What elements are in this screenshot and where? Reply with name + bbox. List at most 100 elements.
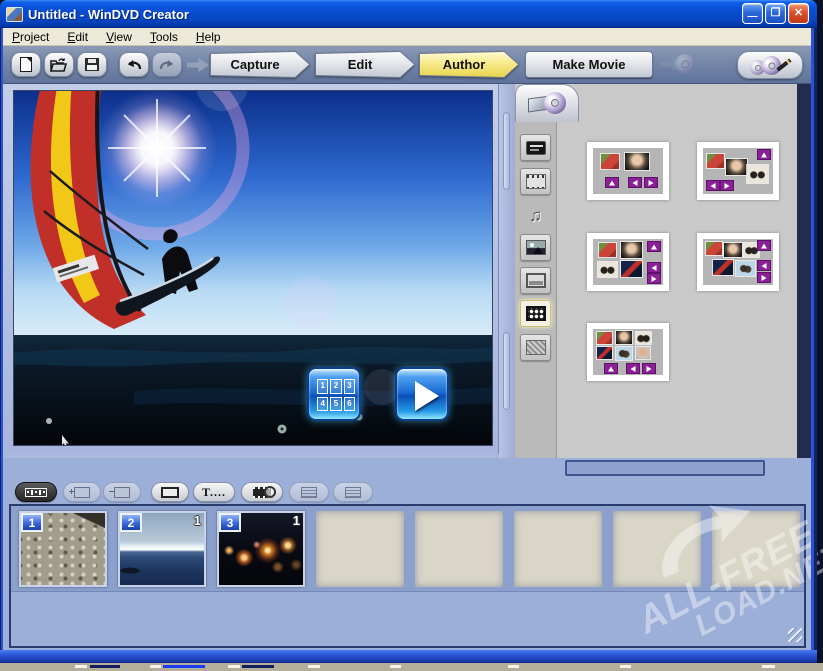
redo-icon	[158, 58, 176, 72]
titlebar[interactable]: Untitled - WinDVD Creator — ❐ ✕	[0, 0, 817, 28]
storyboard-track[interactable]: 1 2 1 3 1	[11, 506, 804, 592]
menu-edit[interactable]: Edit	[58, 30, 97, 44]
clip-number-badge: 3	[219, 513, 241, 532]
right-edge-band	[797, 84, 811, 458]
tool-audio-button[interactable]: ♫	[520, 202, 551, 229]
taskbar-dash	[762, 665, 775, 668]
clip-number-badge: 1	[21, 513, 43, 532]
save-project-button[interactable]	[77, 52, 107, 77]
edit-step-button[interactable]: Edit	[315, 51, 415, 78]
workflow-start-arrow-icon	[187, 58, 209, 72]
add-text-button[interactable]: T....	[193, 482, 235, 502]
tool-image-button[interactable]	[520, 234, 551, 261]
storyboard-empty-slot[interactable]	[712, 511, 800, 587]
storyboard-frame: 1 2 1 3 1	[9, 504, 806, 648]
make-movie-step-button[interactable]: Make Movie	[525, 51, 653, 78]
new-project-button[interactable]	[11, 52, 41, 77]
menu-template-3[interactable]	[587, 233, 669, 291]
storyboard-clip-1[interactable]: 1	[19, 511, 107, 587]
horizontal-scrollbar[interactable]	[565, 460, 765, 476]
tool-filmstrip-button[interactable]	[520, 168, 551, 195]
close-button[interactable]: ✕	[788, 3, 809, 24]
preview-panel: 123 456	[3, 84, 499, 454]
tool-frame-button[interactable]	[520, 267, 551, 294]
menu-grid-tool-icon	[526, 306, 546, 321]
burn-disc-button[interactable]	[737, 51, 803, 79]
remove-clip-button[interactable]	[103, 482, 141, 502]
menu-templates-tab[interactable]	[515, 84, 579, 122]
storyboard-empty-slot[interactable]	[613, 511, 701, 587]
storyboard-clip-2[interactable]: 2 1	[118, 511, 206, 587]
open-project-button[interactable]	[44, 52, 74, 77]
storyboard-empty-slot[interactable]	[415, 511, 503, 587]
menu-project[interactable]: Project	[3, 30, 58, 44]
menu-help[interactable]: Help	[187, 30, 230, 44]
taskbar-dash	[75, 665, 87, 668]
capture-step-button[interactable]: Capture	[210, 51, 310, 78]
splitter-handle-bottom[interactable]	[503, 332, 510, 410]
storyboard-clip-3[interactable]: 3 1	[217, 511, 305, 587]
storyboard-view-button[interactable]	[15, 482, 57, 502]
film-zoom-icon	[253, 487, 271, 498]
play-button[interactable]	[395, 367, 449, 421]
storyboard-empty-slot[interactable]	[316, 511, 404, 587]
taskbar-dash	[390, 665, 401, 668]
storyboard-toolbar: T....	[3, 480, 811, 506]
menu-tools[interactable]: Tools	[141, 30, 187, 44]
remove-clip-icon	[114, 487, 130, 498]
storyboard-view-icon	[25, 488, 47, 497]
media-toolstrip: ♫	[515, 122, 557, 458]
menu-template-2[interactable]	[697, 142, 779, 200]
main-area: 123 456 ♫	[3, 84, 817, 458]
filmstrip-icon	[526, 174, 546, 189]
dvd-menu-button[interactable]: 123 456	[307, 367, 361, 421]
window-border-right	[811, 28, 817, 658]
menubar: Project Edit View Tools Help	[3, 28, 817, 46]
frame-icon	[526, 273, 546, 288]
undo-button[interactable]	[119, 52, 149, 77]
menu-template-4[interactable]	[697, 233, 779, 291]
app-icon	[6, 7, 23, 22]
clip-count: 1	[194, 513, 201, 528]
splitter-handle-top[interactable]	[503, 112, 510, 190]
window-border-bottom	[0, 650, 817, 663]
workflow-end-arrow-icon	[661, 54, 695, 74]
storyboard-empty-slot[interactable]	[514, 511, 602, 587]
texture-icon	[526, 340, 546, 355]
play-icon	[415, 381, 439, 411]
redo-button[interactable]	[152, 52, 182, 77]
panel-splitter[interactable]	[499, 84, 515, 458]
frame-view-icon	[161, 487, 179, 498]
menu-template-5[interactable]	[587, 323, 669, 381]
taskbar-dash	[163, 665, 205, 668]
menu-grid-icon: 123 456	[317, 379, 355, 411]
taskbar-dash	[308, 665, 320, 668]
list-view-button[interactable]	[289, 482, 329, 502]
taskbar-dash	[90, 665, 120, 668]
taskbar-dash	[508, 665, 519, 668]
tool-texture-button[interactable]	[520, 334, 551, 361]
app-window: Untitled - WinDVD Creator — ❐ ✕ Project …	[0, 0, 823, 671]
tool-menu-grid-button[interactable]	[520, 300, 551, 327]
author-step-button[interactable]: Author	[419, 51, 519, 78]
minimize-button[interactable]: —	[742, 3, 763, 24]
maximize-button[interactable]: ❐	[765, 3, 786, 24]
tool-video-title-button[interactable]	[520, 134, 551, 161]
main-toolbar: Capture Edit Author Make Movie	[3, 46, 817, 84]
dvd-disc-icon	[544, 92, 566, 114]
add-clip-button[interactable]	[63, 482, 101, 502]
window-border-left	[0, 28, 3, 658]
window-title: Untitled - WinDVD Creator	[28, 7, 189, 22]
taskbar-dash	[228, 665, 240, 668]
taskbar-dash	[150, 665, 161, 668]
taskbar-dash	[242, 665, 274, 668]
preview-video-frame[interactable]: 123 456	[13, 90, 493, 446]
menu-view[interactable]: View	[97, 30, 141, 44]
add-clip-icon	[74, 487, 90, 498]
resize-grip[interactable]	[788, 628, 802, 642]
detail-view-button[interactable]	[333, 482, 373, 502]
frame-view-button[interactable]	[151, 482, 189, 502]
menu-template-1[interactable]	[587, 142, 669, 200]
film-zoom-button[interactable]	[241, 482, 283, 502]
clip-number-badge: 2	[120, 513, 142, 532]
